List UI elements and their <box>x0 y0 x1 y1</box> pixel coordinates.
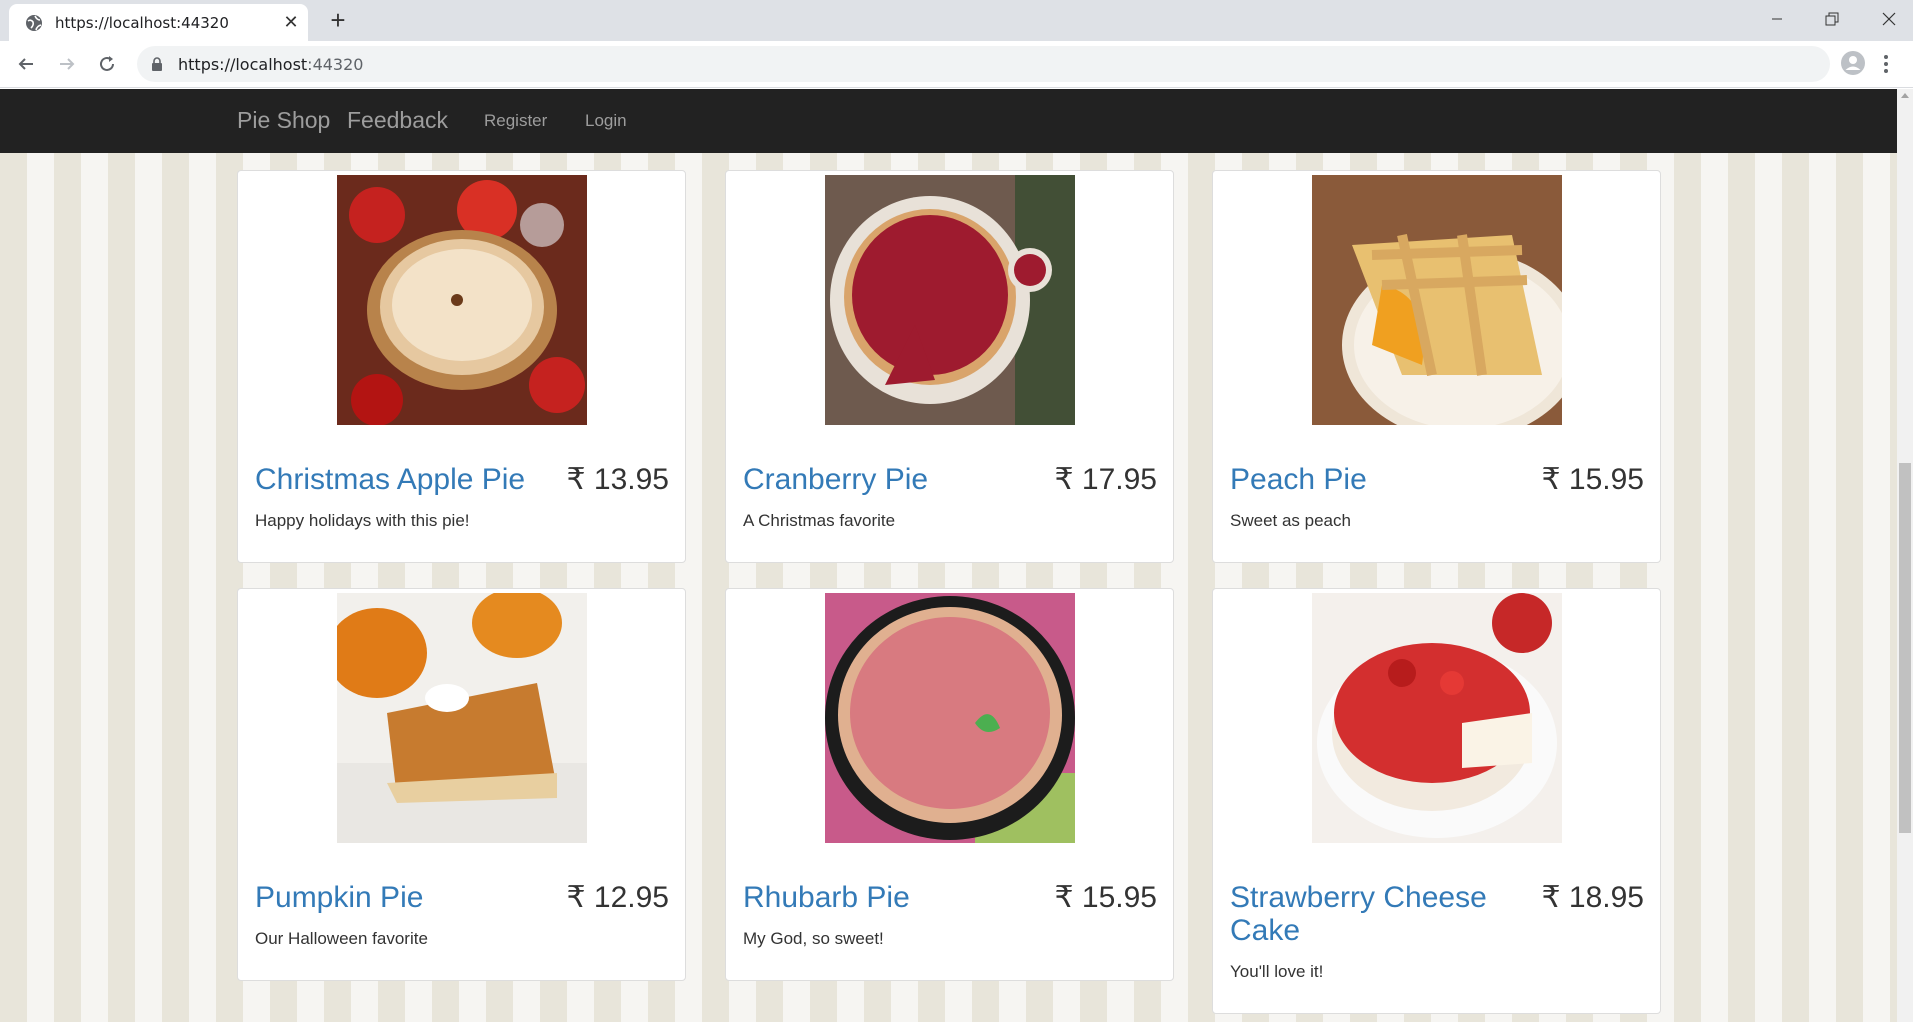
browser-menu-icon[interactable] <box>1882 51 1890 77</box>
page-viewport: Christmas Apple Pie ₹ 13.95 Happy holida… <box>0 89 1913 1022</box>
close-tab-icon[interactable]: ✕ <box>281 12 301 32</box>
pie-price: ₹ 15.95 <box>1054 881 1158 914</box>
pie-name-link[interactable]: Strawberry Cheese Cake <box>1230 881 1530 947</box>
forward-icon[interactable] <box>54 51 80 77</box>
profile-avatar-icon[interactable] <box>1840 50 1866 76</box>
pie-image[interactable] <box>825 175 1075 425</box>
brand-link[interactable]: Pie Shop <box>237 107 330 134</box>
pie-card[interactable]: Strawberry Cheese Cake ₹ 18.95 You'll lo… <box>1212 588 1661 1014</box>
new-tab-icon[interactable]: + <box>325 7 351 33</box>
pie-description: My God, so sweet! <box>743 929 884 948</box>
register-link[interactable]: Register <box>484 111 547 131</box>
restore-icon[interactable] <box>1819 6 1845 32</box>
scroll-up-arrow-icon[interactable] <box>1901 93 1909 98</box>
pie-price: ₹ 15.95 <box>1541 463 1645 496</box>
minimize-icon[interactable] <box>1764 6 1790 32</box>
pie-description: Happy holidays with this pie! <box>255 511 470 530</box>
pie-price: ₹ 17.95 <box>1054 463 1158 496</box>
url-text: https://localhost:44320 <box>178 55 364 74</box>
pie-image[interactable] <box>337 175 587 425</box>
login-link[interactable]: Login <box>585 111 627 131</box>
back-icon[interactable] <box>13 51 39 77</box>
pie-description: You'll love it! <box>1230 962 1324 981</box>
browser-tabstrip: https://localhost:44320 ✕ + <box>0 0 1913 41</box>
pie-image[interactable] <box>337 593 587 843</box>
pie-name-link[interactable]: Pumpkin Pie <box>255 881 555 914</box>
pie-card[interactable]: Christmas Apple Pie ₹ 13.95 Happy holida… <box>237 170 686 563</box>
close-window-icon[interactable] <box>1876 6 1902 32</box>
pie-card[interactable]: Cranberry Pie ₹ 17.95 A Christmas favori… <box>725 170 1174 563</box>
address-bar[interactable]: https://localhost:44320 <box>137 46 1830 82</box>
pie-name-link[interactable]: Rhubarb Pie <box>743 881 1043 914</box>
globe-icon <box>25 14 43 32</box>
pie-name-link[interactable]: Christmas Apple Pie <box>255 463 555 496</box>
scrollbar-thumb[interactable] <box>1899 463 1911 833</box>
site-navbar: Pie Shop Feedback Register Login <box>0 89 1897 153</box>
browser-tab[interactable]: https://localhost:44320 ✕ <box>9 4 308 41</box>
browser-toolbar: https://localhost:44320 <box>0 41 1913 88</box>
pie-image[interactable] <box>1312 175 1562 425</box>
pie-name-link[interactable]: Cranberry Pie <box>743 463 1043 496</box>
lock-icon[interactable] <box>151 57 163 71</box>
pie-description: Sweet as peach <box>1230 511 1351 530</box>
feedback-link[interactable]: Feedback <box>347 107 448 134</box>
pie-image[interactable] <box>825 593 1075 843</box>
pie-image[interactable] <box>1312 593 1562 843</box>
pie-card[interactable]: Pumpkin Pie ₹ 12.95 Our Halloween favori… <box>237 588 686 981</box>
pie-price: ₹ 13.95 <box>566 463 670 496</box>
tab-title: https://localhost:44320 <box>55 14 229 32</box>
reload-icon[interactable] <box>94 51 120 77</box>
page-scrollbar[interactable] <box>1897 89 1913 1022</box>
pie-name-link[interactable]: Peach Pie <box>1230 463 1530 496</box>
pie-price: ₹ 12.95 <box>566 881 670 914</box>
pie-price: ₹ 18.95 <box>1541 881 1645 914</box>
pie-card[interactable]: Peach Pie ₹ 15.95 Sweet as peach <box>1212 170 1661 563</box>
pie-description: Our Halloween favorite <box>255 929 428 948</box>
pie-card[interactable]: Rhubarb Pie ₹ 15.95 My God, so sweet! <box>725 588 1174 981</box>
pie-description: A Christmas favorite <box>743 511 896 530</box>
